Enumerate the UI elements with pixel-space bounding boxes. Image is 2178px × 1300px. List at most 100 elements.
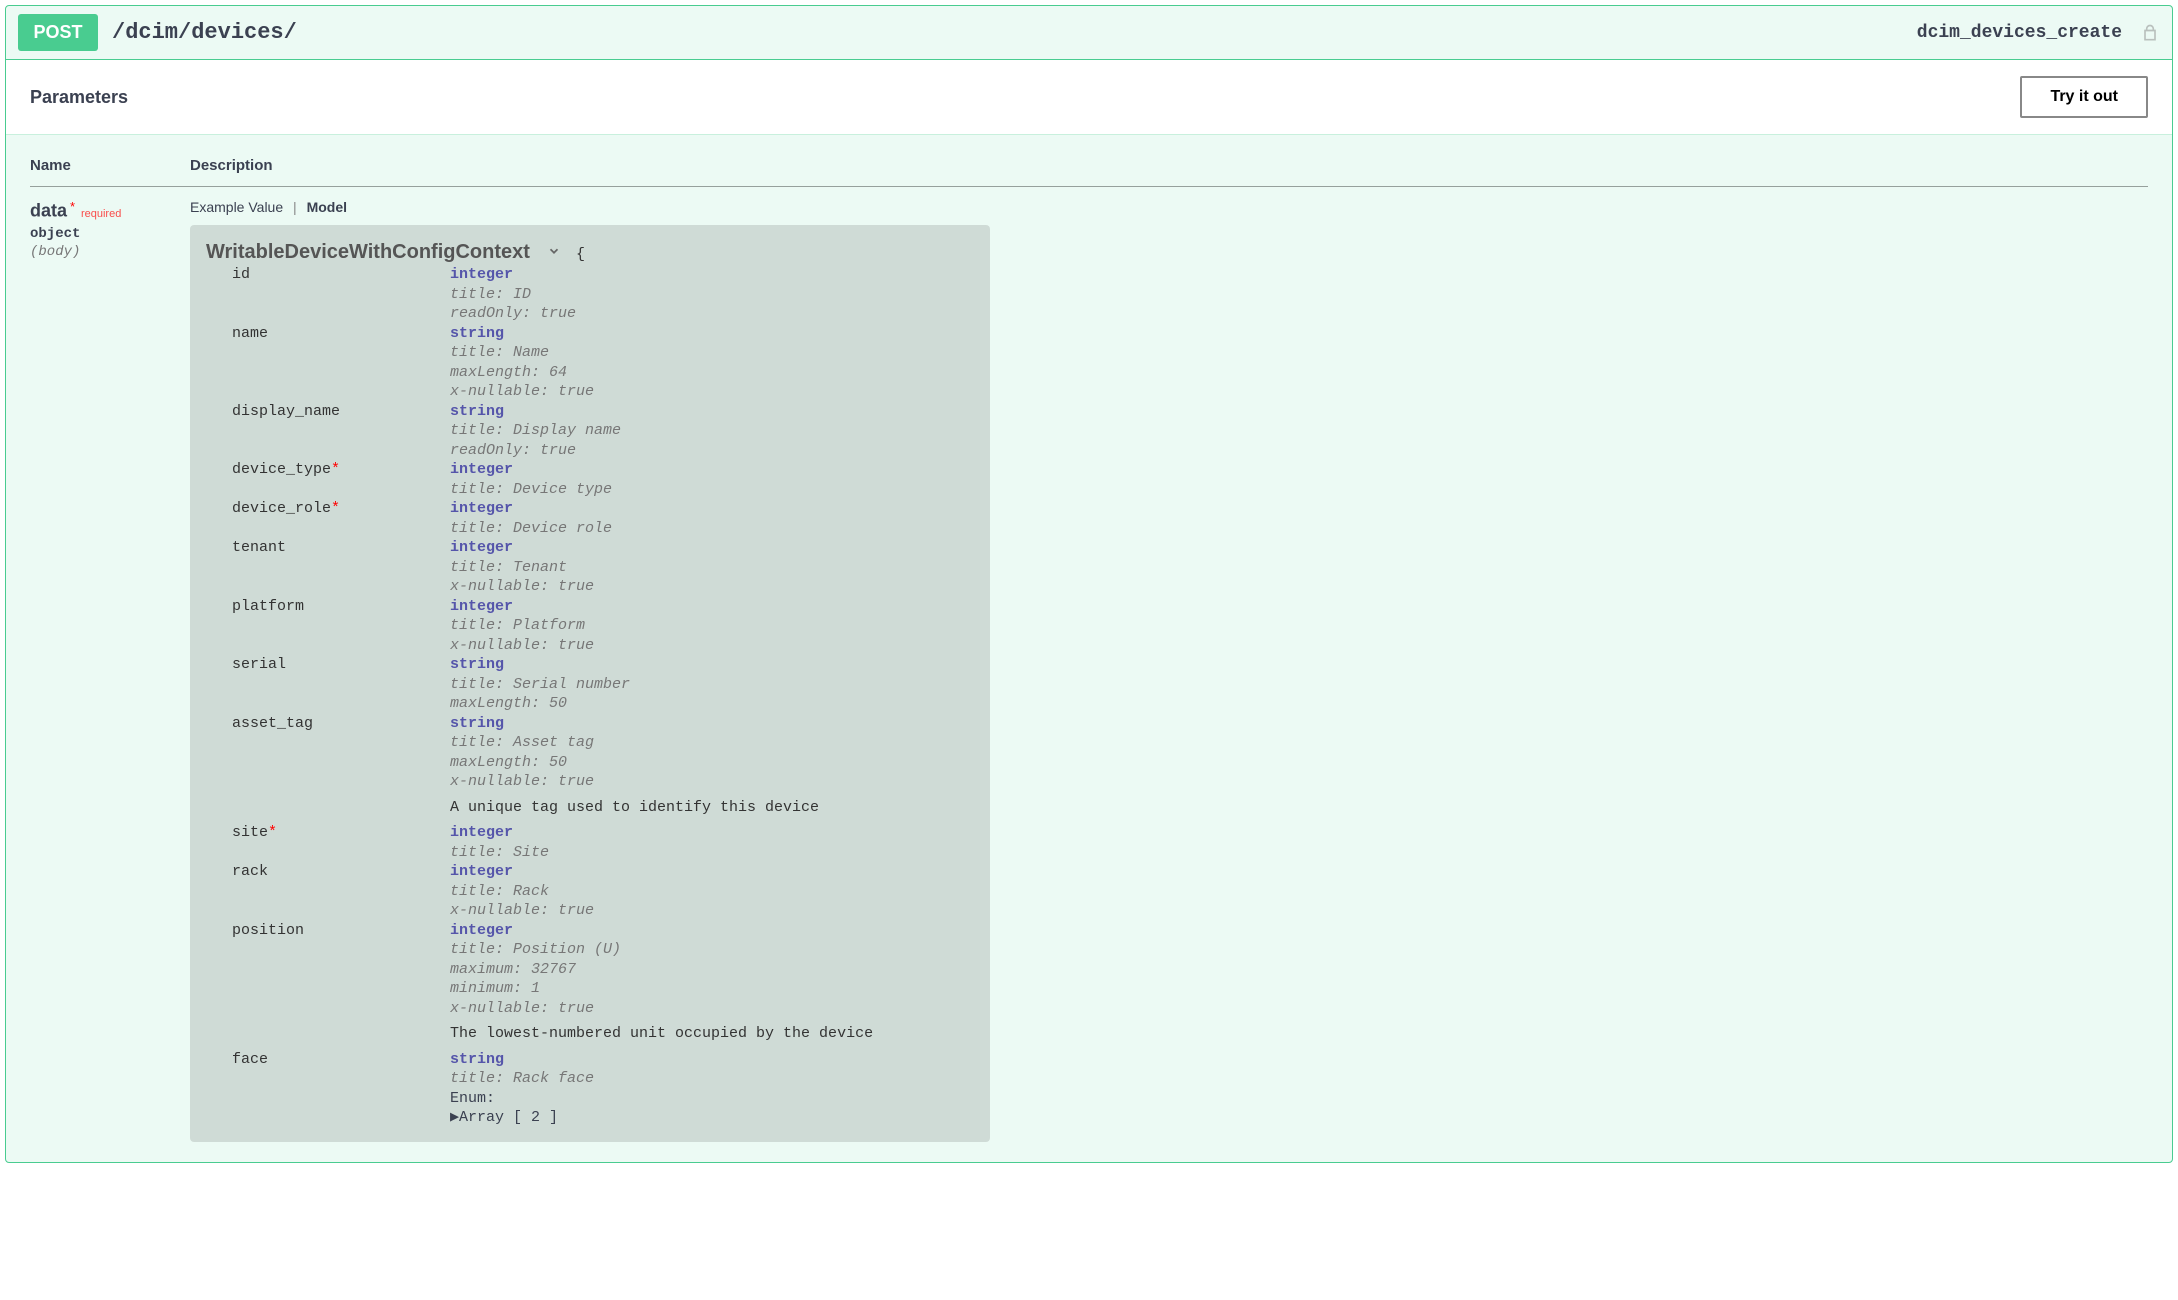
- property-name: display_name: [232, 402, 450, 461]
- property-meta: title: Platform: [450, 616, 974, 636]
- lock-icon[interactable]: [2140, 23, 2160, 43]
- property-meta: x-nullable: true: [450, 577, 974, 597]
- model-property: platformintegertitle: Platformx-nullable…: [206, 597, 974, 656]
- model-box: WritableDeviceWithConfigContext { idinte…: [190, 225, 990, 1142]
- property-meta: x-nullable: true: [450, 636, 974, 656]
- property-name: platform: [232, 597, 450, 656]
- property-details: integertitle: Device role: [450, 499, 974, 538]
- model-property: facestringtitle: Rack faceEnum:: [206, 1050, 974, 1109]
- property-description: The lowest-numbered unit occupied by the…: [450, 1018, 974, 1050]
- property-meta: x-nullable: true: [450, 901, 974, 921]
- property-description: A unique tag used to identify this devic…: [450, 792, 974, 824]
- operation-path: /dcim/devices/: [112, 20, 1917, 45]
- property-meta: title: Device role: [450, 519, 974, 539]
- tab-example-value[interactable]: Example Value: [190, 199, 283, 215]
- property-name: device_role*: [232, 499, 450, 538]
- property-meta: title: Rack face: [450, 1069, 974, 1089]
- parameters-table: Name Description data* required object (…: [30, 145, 2148, 1142]
- model-property: idintegertitle: IDreadOnly: true: [206, 265, 974, 324]
- property-meta: readOnly: true: [450, 304, 974, 324]
- property-details: stringtitle: NamemaxLength: 64x-nullable…: [450, 324, 974, 402]
- method-badge: POST: [18, 14, 98, 51]
- property-name: tenant: [232, 538, 450, 597]
- model-property: asset_tagstringtitle: Asset tagmaxLength…: [206, 714, 974, 824]
- property-details: integertitle: Position (U)maximum: 32767…: [450, 921, 974, 1050]
- property-meta: title: Device type: [450, 480, 974, 500]
- property-meta: title: Serial number: [450, 675, 974, 695]
- property-name: position: [232, 921, 450, 1050]
- model-property: display_namestringtitle: Display namerea…: [206, 402, 974, 461]
- property-name: name: [232, 324, 450, 402]
- enum-collapsed-row[interactable]: ▶Array [ 2 ]: [206, 1108, 974, 1128]
- property-details: integertitle: IDreadOnly: true: [450, 265, 974, 324]
- property-type: integer: [450, 265, 974, 285]
- required-star: *: [268, 824, 277, 841]
- property-meta: title: Display name: [450, 421, 974, 441]
- parameters-header: Parameters Try it out: [6, 60, 2172, 135]
- property-meta: title: Rack: [450, 882, 974, 902]
- model-property: tenantintegertitle: Tenantx-nullable: tr…: [206, 538, 974, 597]
- property-name: serial: [232, 655, 450, 714]
- required-star: *: [70, 199, 75, 214]
- parameters-body: Name Description data* required object (…: [6, 135, 2172, 1162]
- property-name: device_type*: [232, 460, 450, 499]
- caret-right-icon: ▶: [450, 1109, 459, 1126]
- property-meta: maxLength: 50: [450, 694, 974, 714]
- property-details: integertitle: Platformx-nullable: true: [450, 597, 974, 656]
- property-meta: x-nullable: true: [450, 772, 974, 792]
- required-star: *: [331, 500, 340, 517]
- property-meta: title: Asset tag: [450, 733, 974, 753]
- model-tabs: Example Value | Model: [190, 199, 2148, 215]
- property-type: integer: [450, 823, 974, 843]
- property-meta: maxLength: 64: [450, 363, 974, 383]
- operation-summary[interactable]: POST /dcim/devices/ dcim_devices_create: [6, 6, 2172, 60]
- param-name: data: [30, 201, 67, 221]
- property-name: asset_tag: [232, 714, 450, 824]
- chevron-down-icon[interactable]: [547, 244, 561, 265]
- column-description: Description: [190, 145, 2148, 187]
- property-meta: x-nullable: true: [450, 382, 974, 402]
- required-star: *: [331, 461, 340, 478]
- property-meta: minimum: 1: [450, 979, 974, 999]
- property-type: string: [450, 655, 974, 675]
- property-details: integertitle: Site: [450, 823, 974, 862]
- model-property: serialstringtitle: Serial numbermaxLengt…: [206, 655, 974, 714]
- model-property: device_role*integertitle: Device role: [206, 499, 974, 538]
- property-type: integer: [450, 460, 974, 480]
- property-meta: x-nullable: true: [450, 999, 974, 1019]
- property-type: integer: [450, 921, 974, 941]
- operation-block: POST /dcim/devices/ dcim_devices_create …: [5, 5, 2173, 1163]
- property-meta: title: ID: [450, 285, 974, 305]
- property-type: integer: [450, 499, 974, 519]
- param-in: (body): [30, 244, 190, 260]
- model-property: namestringtitle: NamemaxLength: 64x-null…: [206, 324, 974, 402]
- property-details: stringtitle: Display namereadOnly: true: [450, 402, 974, 461]
- model-title[interactable]: WritableDeviceWithConfigContext: [206, 241, 530, 263]
- property-type: string: [450, 714, 974, 734]
- required-label: required: [81, 208, 121, 220]
- property-details: integertitle: Tenantx-nullable: true: [450, 538, 974, 597]
- param-type: object: [30, 226, 190, 242]
- model-property: device_type*integertitle: Device type: [206, 460, 974, 499]
- property-name: site*: [232, 823, 450, 862]
- property-meta: title: Tenant: [450, 558, 974, 578]
- property-meta: title: Name: [450, 343, 974, 363]
- model-property: site*integertitle: Site: [206, 823, 974, 862]
- property-details: stringtitle: Rack faceEnum:: [450, 1050, 974, 1109]
- property-details: stringtitle: Asset tagmaxLength: 50x-nul…: [450, 714, 974, 824]
- property-meta: title: Position (U): [450, 940, 974, 960]
- property-name: rack: [232, 862, 450, 921]
- enum-label: Enum:: [450, 1089, 974, 1109]
- try-it-out-button[interactable]: Try it out: [2020, 76, 2148, 118]
- column-name: Name: [30, 145, 190, 187]
- property-details: integertitle: Rackx-nullable: true: [450, 862, 974, 921]
- open-brace: {: [576, 246, 585, 263]
- operation-id: dcim_devices_create: [1917, 23, 2122, 43]
- model-property: rackintegertitle: Rackx-nullable: true: [206, 862, 974, 921]
- property-meta: maximum: 32767: [450, 960, 974, 980]
- tab-model[interactable]: Model: [307, 199, 347, 215]
- property-type: integer: [450, 538, 974, 558]
- property-type: integer: [450, 597, 974, 617]
- property-name: face: [232, 1050, 450, 1109]
- property-type: string: [450, 1050, 974, 1070]
